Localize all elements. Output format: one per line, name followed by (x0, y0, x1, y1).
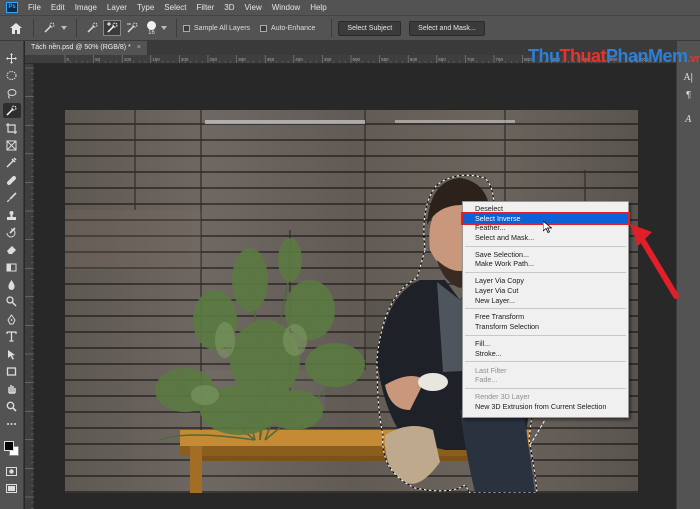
menu-item-make-work-path[interactable]: Make Work Path... (463, 259, 628, 269)
healing-brush-tool-icon[interactable] (3, 173, 21, 188)
menu-item-layer-via-cut[interactable]: Layer Via Cut (463, 286, 628, 296)
eraser-tool-icon[interactable] (3, 242, 21, 257)
path-selection-tool-icon[interactable] (3, 347, 21, 362)
menu-item-fade: Fade... (475, 375, 498, 385)
new-selection-icon[interactable] (83, 20, 101, 36)
menu-type[interactable]: Type (132, 3, 159, 12)
document-tab-title: Tách nền.psd @ 50% (RGB/8) * (31, 44, 131, 51)
menu-separator (465, 308, 626, 310)
menu-help[interactable]: Help (305, 3, 331, 12)
menu-layer[interactable]: Layer (102, 3, 132, 12)
annotation-arrow-icon (630, 224, 679, 299)
mouse-cursor-icon (543, 221, 552, 233)
add-to-selection-icon[interactable] (103, 20, 121, 36)
menu-item-new-3d-extrusion-from-current-selection[interactable]: New 3D Extrusion from Current Selection (463, 402, 628, 412)
divider (176, 19, 177, 37)
chevron-down-icon[interactable] (160, 20, 168, 36)
menu-file[interactable]: File (23, 3, 46, 12)
menu-item-stroke[interactable]: Stroke... (463, 349, 628, 359)
glyphs-panel-icon[interactable]: A (685, 115, 692, 125)
ruler-tick-label: 0 (67, 57, 70, 62)
brush-size-picker[interactable]: 16 (147, 20, 156, 36)
menu-item-transform-selection[interactable]: Transform Selection (463, 322, 628, 332)
paragraph-panel-icon[interactable]: ¶ (686, 91, 692, 101)
photoshop-logo-icon: Ps (6, 2, 18, 13)
menu-view[interactable]: View (240, 3, 267, 12)
quick-mask-icon[interactable] (3, 464, 21, 479)
ruler-tick-label: 50 (95, 57, 101, 62)
crop-tool-icon[interactable] (3, 121, 21, 136)
divider (33, 19, 34, 37)
tools-panel (0, 41, 24, 509)
vertical-ruler-ticks (25, 67, 34, 509)
screen-mode-icon[interactable] (3, 481, 21, 496)
brush-preview-icon (147, 20, 156, 30)
quick-selection-tool-icon[interactable] (40, 20, 58, 36)
hand-tool-icon[interactable] (3, 381, 21, 396)
menu-image[interactable]: Image (70, 3, 102, 12)
quick-selection-tool-icon[interactable] (2, 103, 21, 119)
auto-enhance-checkbox[interactable]: Auto-Enhance (260, 24, 316, 32)
menu-item-layer-via-copy[interactable]: Layer Via Copy (463, 276, 628, 286)
menu-separator (465, 361, 626, 363)
menu-separator (465, 387, 626, 389)
menu-3d[interactable]: 3D (219, 3, 239, 12)
checkbox-box[interactable] (183, 24, 190, 32)
menu-item-deselect[interactable]: Deselect (463, 204, 628, 214)
dodge-tool-icon[interactable] (3, 294, 21, 309)
character-panel-icon[interactable]: A| (684, 73, 694, 83)
marquee-tool-icon[interactable] (3, 68, 21, 83)
menu-window[interactable]: Window (267, 3, 305, 12)
foreground-color-swatch[interactable] (3, 440, 14, 451)
color-swatches[interactable] (3, 440, 21, 458)
document-tab[interactable]: Tách nền.psd @ 50% (RGB/8) * × (25, 41, 147, 55)
menu-filter[interactable]: Filter (192, 3, 220, 12)
history-brush-tool-icon[interactable] (3, 225, 21, 240)
rectangle-tool-icon[interactable] (3, 364, 21, 379)
menu-separator (465, 272, 626, 274)
menu-item-free-transform[interactable]: Free Transform (463, 312, 628, 322)
gradient-tool-icon[interactable] (3, 260, 21, 275)
menu-edit[interactable]: Edit (46, 3, 70, 12)
menu-separator (465, 245, 626, 247)
menu-item-save-selection[interactable]: Save Selection... (463, 250, 628, 260)
lasso-tool-icon[interactable] (3, 86, 21, 101)
more-tools-icon[interactable] (3, 416, 21, 431)
menu-item-fill[interactable]: Fill... (463, 339, 628, 349)
select-and-mask-button[interactable]: Select and Mask... (409, 20, 485, 36)
context-menu: Deselect Select Inverse Feather... Select a… (461, 201, 630, 418)
select-subject-button[interactable]: Select Subject (338, 20, 402, 36)
pen-tool-icon[interactable] (3, 312, 21, 327)
type-tool-icon[interactable] (3, 329, 21, 344)
menu-select[interactable]: Select (159, 3, 191, 12)
move-tool-icon[interactable] (3, 51, 21, 66)
zoom-tool-icon[interactable] (3, 399, 21, 414)
divider (76, 19, 77, 37)
checkbox-box[interactable] (260, 24, 268, 32)
subtract-from-selection-icon[interactable] (123, 20, 141, 36)
menu-item-select-and-mask[interactable]: Select and Mask... (463, 233, 628, 243)
vertical-ruler[interactable] (25, 64, 34, 509)
options-bar: 16 Sample All Layers Auto-Enhance Select… (0, 15, 700, 41)
close-icon[interactable]: × (137, 41, 141, 55)
auto-enhance-label: Auto-Enhance (271, 24, 316, 32)
menu-item-last-filter: Last Filter (475, 365, 507, 375)
home-icon[interactable] (5, 19, 27, 37)
clone-stamp-tool-icon[interactable] (3, 208, 21, 223)
blur-tool-icon[interactable] (3, 277, 21, 292)
eyedropper-tool-icon[interactable] (3, 155, 21, 170)
watermark-logo: ThuThuatPhanMem.vn (528, 46, 700, 66)
sample-all-layers-label: Sample All Layers (194, 24, 251, 32)
menu-item-new-layer[interactable]: New Layer... (463, 296, 628, 306)
brush-tool-icon[interactable] (3, 190, 21, 205)
menu-separator (465, 334, 626, 336)
menu-item-render-3d-layer: Render 3D Layer (475, 392, 530, 402)
menu-bar: Ps File Edit Image Layer Type Select Filter 3D V… (0, 0, 700, 15)
menu-items: File Edit Image Layer Type Select Filter 3D View… (23, 3, 332, 12)
chevron-down-icon[interactable] (60, 20, 68, 36)
brush-size-value: 16 (148, 29, 155, 36)
sample-all-layers-checkbox[interactable]: Sample All Layers (183, 24, 251, 32)
divider (331, 19, 333, 37)
frame-tool-icon[interactable] (3, 138, 21, 153)
